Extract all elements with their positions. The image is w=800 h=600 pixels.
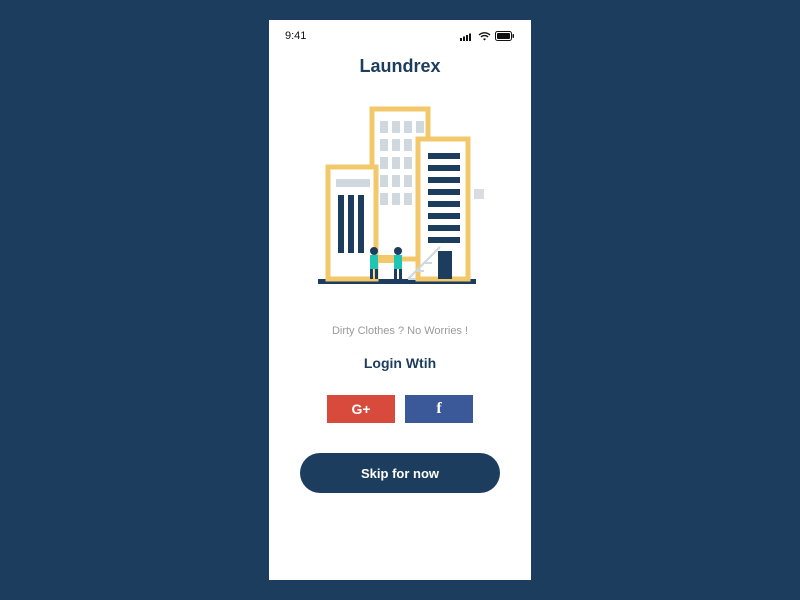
status-icons <box>460 31 515 41</box>
tagline: Dirty Clothes ? No Worries ! <box>269 325 531 337</box>
facebook-icon: f <box>436 400 441 418</box>
battery-icon <box>495 31 515 41</box>
skip-button[interactable]: Skip for now <box>300 453 500 493</box>
facebook-login-button[interactable]: f <box>405 395 473 423</box>
google-login-button[interactable]: G+ <box>327 395 395 423</box>
wifi-icon <box>478 32 491 41</box>
google-plus-icon: G+ <box>351 401 370 417</box>
hero-illustration <box>269 91 531 311</box>
phone-frame: 9:41 Laundrex <box>269 20 531 580</box>
login-heading: Login Wtih <box>269 355 531 371</box>
app-title: Laundrex <box>269 56 531 77</box>
status-time: 9:41 <box>285 30 306 42</box>
status-bar: 9:41 <box>269 20 531 48</box>
signal-icon <box>460 32 474 41</box>
social-login-row: G+ f <box>269 395 531 423</box>
